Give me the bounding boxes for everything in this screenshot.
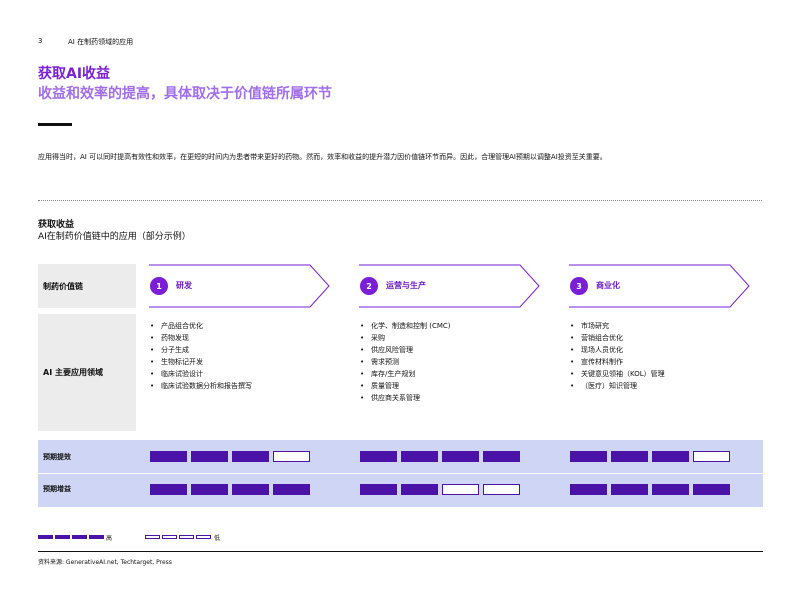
- title-rule: [38, 123, 72, 126]
- rating-block-filled: [570, 484, 607, 495]
- application-list-commercial: 市场研究 营销组合优化 现场人员优化 宣传材料制作 关键意见领袖（KOL）管理 …: [570, 320, 760, 392]
- list-item: 采购: [360, 332, 550, 344]
- rating-block-filled: [150, 451, 187, 462]
- stage-commercial: 3 商业化: [568, 264, 750, 308]
- application-list-operations: 化学、制造和控制 (CMC) 采购 供应风险管理 需求预测 库存/生产规划 质量…: [360, 320, 550, 404]
- rating-block-filled: [150, 484, 187, 495]
- efficiency-label: 预期提效: [43, 453, 71, 461]
- list-item: 库存/生产规划: [360, 368, 550, 380]
- efficiency-rating-operations: [360, 451, 520, 462]
- stage-title: 研发: [176, 281, 192, 290]
- rating-block-filled: [401, 451, 438, 462]
- list-item: 产品组合优化: [150, 320, 340, 332]
- legend-block-empty: [145, 535, 160, 539]
- rating-block-filled: [570, 451, 607, 462]
- list-item: 临床试验数据分析和报告撰写: [150, 380, 340, 392]
- gain-label: 预期增益: [43, 485, 71, 493]
- rating-block-filled: [442, 451, 479, 462]
- stage-number-badge: 1: [150, 277, 168, 295]
- list-item: 供应风险管理: [360, 344, 550, 356]
- gain-rating-commercial: [570, 484, 730, 495]
- stage-operations: 2 运营与生产: [358, 264, 540, 308]
- rating-block-filled: [652, 451, 689, 462]
- rating-block-filled: [273, 484, 310, 495]
- rating-block-filled: [360, 484, 397, 495]
- gain-rating-operations: [360, 484, 520, 495]
- rating-block-filled: [232, 484, 269, 495]
- band-divider: [38, 473, 763, 474]
- efficiency-rating-rd: [150, 451, 310, 462]
- footer-rule: [38, 551, 763, 552]
- rating-block-filled: [191, 451, 228, 462]
- legend-block-empty: [196, 535, 211, 539]
- list-item: 现场人员优化: [570, 344, 760, 356]
- list-item: 宣传材料制作: [570, 356, 760, 368]
- legend-block-filled: [89, 535, 104, 539]
- rating-block-empty: [483, 484, 520, 495]
- legend-high-blocks: [38, 535, 104, 539]
- section-subtitle: AI在制药价值链中的应用（部分示例）: [38, 232, 191, 242]
- rating-block-filled: [191, 484, 228, 495]
- list-item: 市场研究: [570, 320, 760, 332]
- legend-block-empty: [179, 535, 194, 539]
- rating-block-filled: [693, 484, 730, 495]
- page-subtitle: 收益和效率的提高，具体取决于价值链所属环节: [38, 86, 332, 102]
- application-list-rd: 产品组合优化 药物发现 分子生成 生物标记开发 临床试验设计 临床试验数据分析和…: [150, 320, 340, 392]
- list-item: 质量管理: [360, 380, 550, 392]
- rating-block-empty: [693, 451, 730, 462]
- rating-block-filled: [611, 484, 648, 495]
- rating-block-filled: [611, 451, 648, 462]
- rating-block-filled: [232, 451, 269, 462]
- legend-block-empty: [162, 535, 177, 539]
- section-divider: [38, 200, 762, 201]
- stage-number-badge: 3: [570, 277, 588, 295]
- list-item: 化学、制造和控制 (CMC): [360, 320, 550, 332]
- stage-number-badge: 2: [360, 277, 378, 295]
- stage-title: 运营与生产: [386, 281, 426, 290]
- source-note: 资料来源: GenerativeAI.net, Techtarget, Pres…: [38, 559, 172, 566]
- legend-block-filled: [72, 535, 87, 539]
- stage-rd: 1 研发: [148, 264, 330, 308]
- rating-block-filled: [652, 484, 689, 495]
- list-item: 生物标记开发: [150, 356, 340, 368]
- running-title: AI 在制药领域的应用: [68, 38, 134, 46]
- legend-high-label: 高: [106, 535, 113, 542]
- list-item: 药物发现: [150, 332, 340, 344]
- list-item: 营销组合优化: [570, 332, 760, 344]
- list-item: 分子生成: [150, 344, 340, 356]
- page-title: 获取AI收益: [38, 66, 111, 82]
- intro-paragraph: 应用得当时，AI 可以同时提高有效性和效率，在更短的时间内为患者带来更好的药物。…: [38, 153, 607, 161]
- gain-rating-rd: [150, 484, 310, 495]
- row-label-value-chain: 制药价值链: [38, 264, 136, 308]
- row-label-applications: AI 主要应用领域: [38, 314, 136, 431]
- efficiency-rating-commercial: [570, 451, 730, 462]
- legend-block-filled: [55, 535, 70, 539]
- list-item: 需求预测: [360, 356, 550, 368]
- list-item: （医疗）知识管理: [570, 380, 760, 392]
- list-item: 临床试验设计: [150, 368, 340, 380]
- rating-block-filled: [401, 484, 438, 495]
- page-number: 3: [38, 37, 43, 45]
- rating-block-empty: [442, 484, 479, 495]
- legend-low-label: 低: [214, 535, 221, 542]
- stage-title: 商业化: [596, 281, 620, 290]
- list-item: 关键意见领袖（KOL）管理: [570, 368, 760, 380]
- rating-block-empty: [273, 451, 310, 462]
- rating-block-filled: [483, 451, 520, 462]
- list-item: 供应商关系管理: [360, 392, 550, 404]
- legend-low-blocks: [145, 535, 211, 539]
- rating-block-filled: [360, 451, 397, 462]
- legend-block-filled: [38, 535, 53, 539]
